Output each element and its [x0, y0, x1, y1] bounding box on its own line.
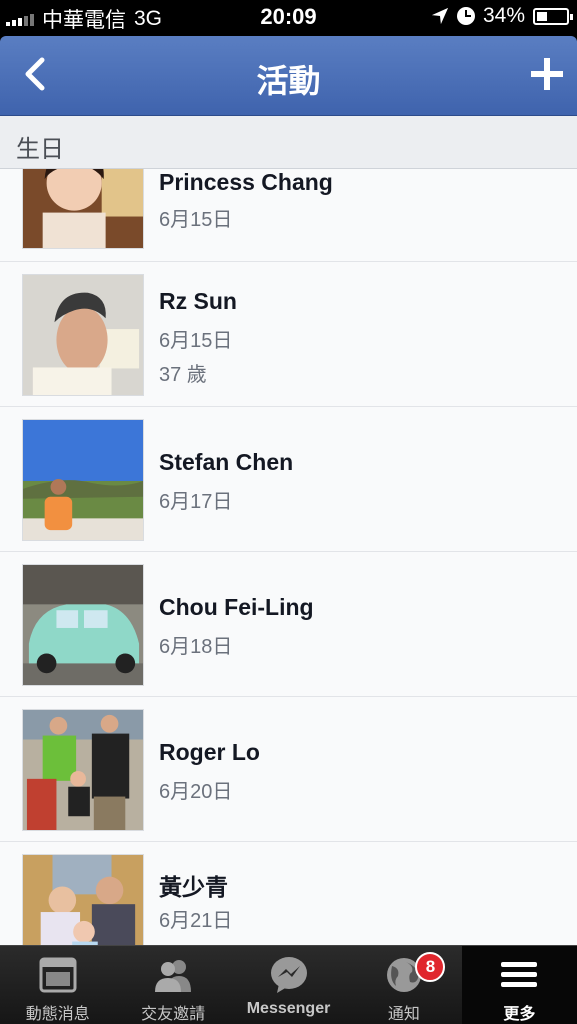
birthday-list[interactable]: Princess Chang 6月15日 Rz Sun 6月15日 37 歲 S…	[0, 169, 577, 945]
birthday-date: 6月17日	[159, 491, 233, 513]
birthday-age: 37 歲	[159, 364, 207, 386]
birthday-date: 6月15日	[159, 209, 233, 231]
birthday-name: Princess Chang	[159, 169, 333, 195]
tab-label: Messenger	[246, 1000, 331, 1017]
clock-icon	[456, 7, 475, 25]
status-bar: 中華電信 3G 20:09 34%	[0, 0, 577, 36]
avatar	[22, 564, 144, 686]
tab-label: 交友邀請	[141, 1006, 206, 1023]
location-arrow-icon	[431, 7, 449, 25]
menu-icon	[501, 962, 538, 987]
page-title: 活動	[256, 63, 321, 99]
section-header-birthdays: 生日	[0, 116, 577, 169]
birthday-name: Roger Lo	[159, 739, 260, 765]
birthday-name: Chou Fei-Ling	[159, 594, 314, 620]
birthday-name: Rz Sun	[159, 288, 237, 314]
avatar	[22, 274, 144, 396]
birthday-name: Stefan Chen	[159, 449, 294, 475]
messenger-icon	[270, 957, 307, 993]
birthday-date: 6月18日	[159, 636, 233, 658]
nav-bar: 活動	[0, 36, 577, 116]
avatar	[22, 169, 144, 249]
birthday-date: 6月21日	[159, 910, 233, 932]
section-header-label: 生日	[16, 136, 64, 163]
tab-bar: 動態消息 交友邀請 Messenger 8 通知 更多	[0, 945, 577, 1024]
battery-icon	[533, 7, 573, 25]
plus-icon[interactable]	[527, 54, 567, 94]
tab-notifications[interactable]: 8 通知	[346, 946, 461, 1024]
friend-requests-icon	[155, 960, 192, 992]
tab-news-feed[interactable]: 動態消息	[0, 946, 115, 1024]
tab-label: 通知	[387, 1006, 420, 1023]
list-item[interactable]: Roger Lo 6月20日	[0, 697, 577, 842]
list-item[interactable]: Princess Chang 6月15日	[0, 169, 577, 262]
tab-more[interactable]: 更多	[461, 946, 577, 1024]
avatar	[22, 854, 144, 945]
list-item[interactable]: Stefan Chen 6月17日	[0, 407, 577, 552]
status-right: 34%	[431, 4, 573, 28]
avatar	[22, 419, 144, 541]
tab-label: 動態消息	[25, 1006, 90, 1023]
news-feed-icon	[39, 957, 77, 993]
tab-label: 更多	[503, 1006, 536, 1023]
list-item[interactable]: Rz Sun 6月15日 37 歲	[0, 262, 577, 407]
battery-percent: 34%	[482, 4, 525, 27]
notification-badge: 8	[415, 952, 446, 982]
tab-messenger[interactable]: Messenger	[231, 946, 346, 1024]
list-item[interactable]: Chou Fei-Ling 6月18日	[0, 552, 577, 697]
birthday-date: 6月15日	[159, 330, 233, 352]
avatar	[22, 709, 144, 831]
list-item[interactable]: 黃少青 6月21日	[0, 842, 577, 945]
tab-friend-requests[interactable]: 交友邀請	[115, 946, 230, 1024]
birthday-name: 黃少青	[159, 874, 228, 900]
birthday-date: 6月20日	[159, 781, 233, 803]
